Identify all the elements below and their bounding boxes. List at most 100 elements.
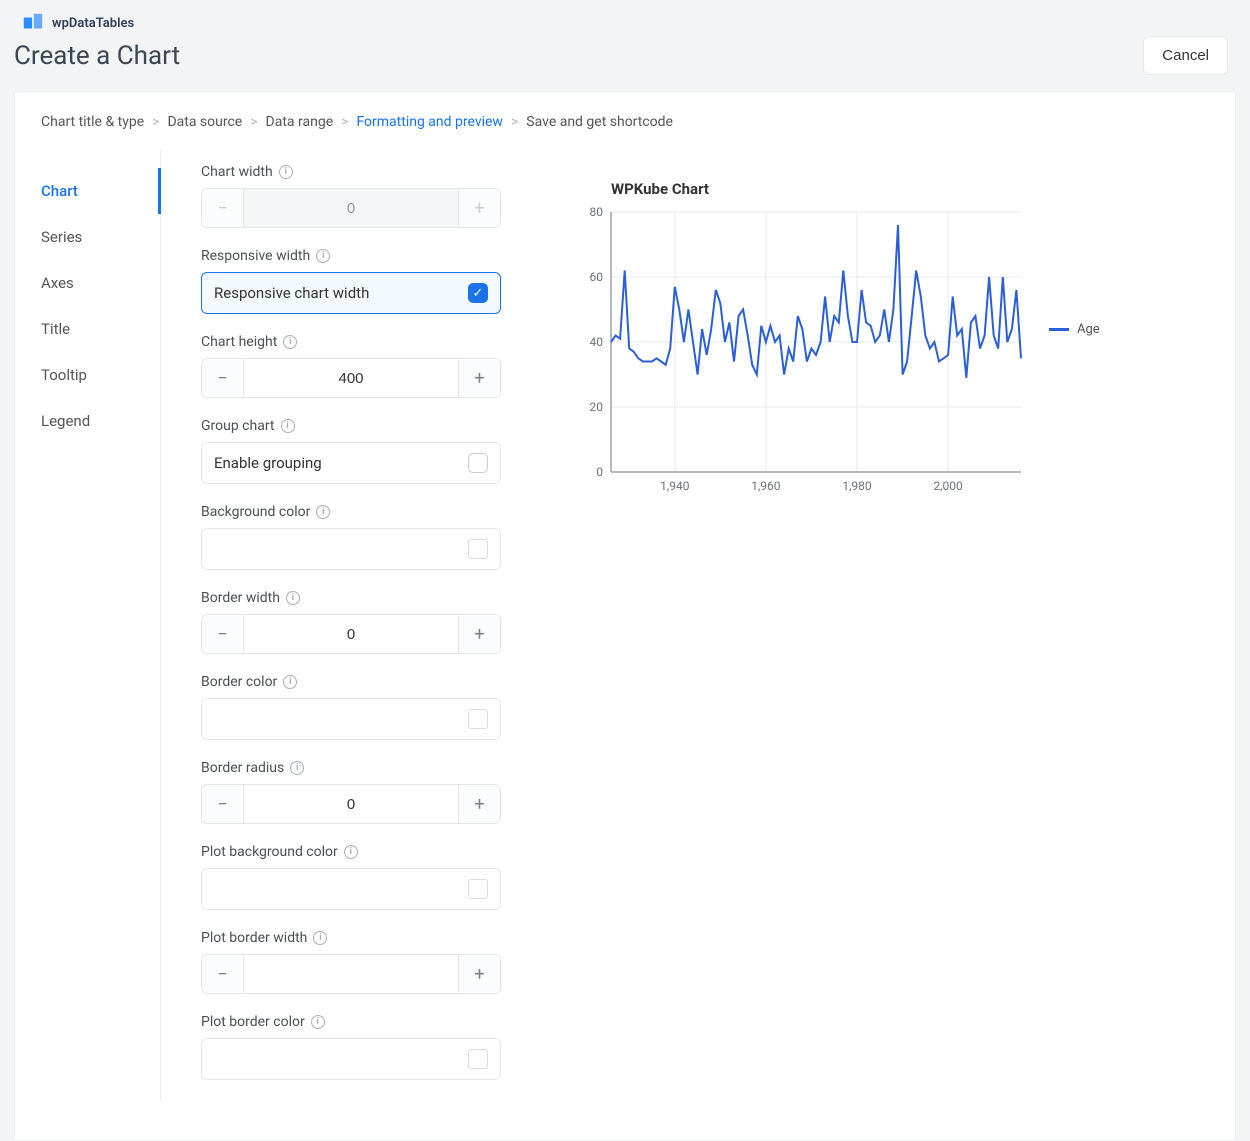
breadcrumb-step-formatting[interactable]: Formatting and preview <box>356 114 503 130</box>
legend-label: Age <box>1077 322 1100 337</box>
svg-text:0: 0 <box>596 465 603 479</box>
svg-text:2,000: 2,000 <box>933 479 963 493</box>
chevron-right-icon: > <box>341 114 348 130</box>
page-header: Create a Chart Cancel <box>0 36 1250 91</box>
plus-icon[interactable]: + <box>458 359 500 397</box>
color-swatch-icon <box>468 539 488 559</box>
info-icon[interactable]: i <box>283 335 297 349</box>
chevron-right-icon: > <box>250 114 257 130</box>
chevron-right-icon: > <box>511 114 518 130</box>
page-title: Create a Chart <box>14 41 180 71</box>
chart-settings-form: Chart width i − + Responsive width i Respo… <box>161 150 501 1100</box>
brand-bar: wpDataTables <box>0 0 1250 36</box>
border-width-input[interactable] <box>244 615 458 653</box>
field-chart-height: Chart height i − + <box>201 334 501 398</box>
background-color-picker[interactable] <box>201 528 501 570</box>
main-panel: Chart title & type > Data source > Data … <box>14 91 1236 1141</box>
tab-chart[interactable]: Chart <box>41 168 161 214</box>
field-border-radius: Border radius i − + <box>201 760 501 824</box>
chart-height-stepper[interactable]: − + <box>201 358 501 398</box>
group-chart-label: Group chart <box>201 418 275 434</box>
responsive-width-label: Responsive width <box>201 248 310 264</box>
group-chart-option: Enable grouping <box>214 454 322 472</box>
chevron-right-icon: > <box>152 114 159 130</box>
chart-width-stepper: − + <box>201 188 501 228</box>
tab-legend[interactable]: Legend <box>41 398 160 444</box>
border-width-stepper[interactable]: − + <box>201 614 501 654</box>
border-color-picker[interactable] <box>201 698 501 740</box>
field-plot-border-width: Plot border width i − + <box>201 930 501 994</box>
svg-text:60: 60 <box>590 270 604 284</box>
plot-border-width-stepper[interactable]: − + <box>201 954 501 994</box>
tab-title[interactable]: Title <box>41 306 160 352</box>
color-swatch-icon <box>468 709 488 729</box>
minus-icon: − <box>202 189 244 227</box>
preview-chart-title: WPKube Chart <box>611 180 1199 198</box>
legend-item-age: Age <box>1049 322 1100 337</box>
minus-icon[interactable]: − <box>202 615 244 653</box>
breadcrumb-step-data-range[interactable]: Data range <box>266 114 334 130</box>
breadcrumb-step-data-source[interactable]: Data source <box>167 114 242 130</box>
wizard-breadcrumb: Chart title & type > Data source > Data … <box>15 92 1235 150</box>
field-plot-border-color: Plot border color i <box>201 1014 501 1080</box>
svg-text:1,980: 1,980 <box>842 479 872 493</box>
field-border-color: Border color i <box>201 674 501 740</box>
group-chart-toggle[interactable]: Enable grouping <box>201 442 501 484</box>
color-swatch-icon <box>468 879 488 899</box>
border-width-label: Border width <box>201 590 280 606</box>
info-icon[interactable]: i <box>344 845 358 859</box>
plus-icon: + <box>458 189 500 227</box>
info-icon[interactable]: i <box>313 931 327 945</box>
minus-icon[interactable]: − <box>202 955 244 993</box>
plot-border-width-label: Plot border width <box>201 930 307 946</box>
border-radius-stepper[interactable]: − + <box>201 784 501 824</box>
border-radius-input[interactable] <box>244 785 458 823</box>
chart-height-label: Chart height <box>201 334 277 350</box>
tab-axes[interactable]: Axes <box>41 260 160 306</box>
app-name: wpDataTables <box>52 16 134 31</box>
plot-bg-color-picker[interactable] <box>201 868 501 910</box>
field-border-width: Border width i − + <box>201 590 501 654</box>
legend-swatch-icon <box>1049 328 1069 331</box>
tab-tooltip[interactable]: Tooltip <box>41 352 160 398</box>
minus-icon[interactable]: − <box>202 785 244 823</box>
svg-text:20: 20 <box>590 400 604 414</box>
background-color-label: Background color <box>201 504 310 520</box>
responsive-width-toggle[interactable]: Responsive chart width ✓ <box>201 272 501 314</box>
border-radius-label: Border radius <box>201 760 284 776</box>
settings-tabs: Chart Series Axes Title Tooltip Legend <box>41 150 161 1100</box>
cancel-button[interactable]: Cancel <box>1143 36 1228 75</box>
info-icon[interactable]: i <box>316 505 330 519</box>
svg-text:1,960: 1,960 <box>751 479 781 493</box>
minus-icon[interactable]: − <box>202 359 244 397</box>
info-icon[interactable]: i <box>279 165 293 179</box>
info-icon[interactable]: i <box>290 761 304 775</box>
info-icon[interactable]: i <box>311 1015 325 1029</box>
plot-border-width-input[interactable] <box>244 955 458 993</box>
breadcrumb-step-title-type[interactable]: Chart title & type <box>41 114 144 130</box>
info-icon[interactable]: i <box>281 419 295 433</box>
plot-border-color-label: Plot border color <box>201 1014 305 1030</box>
chart-width-label: Chart width <box>201 164 273 180</box>
checkmark-icon: ✓ <box>468 283 488 303</box>
plus-icon[interactable]: + <box>458 955 500 993</box>
field-group-chart: Group chart i Enable grouping <box>201 418 501 484</box>
tab-series[interactable]: Series <box>41 214 160 260</box>
plus-icon[interactable]: + <box>458 615 500 653</box>
responsive-width-option: Responsive chart width <box>214 284 369 302</box>
field-plot-bg-color: Plot background colori <box>201 844 501 910</box>
plot-border-color-picker[interactable] <box>201 1038 501 1080</box>
plus-icon[interactable]: + <box>458 785 500 823</box>
chart-preview: WPKube Chart 0204060801,9401,9601,9802,0… <box>501 150 1209 1100</box>
info-icon[interactable]: i <box>286 591 300 605</box>
chart-height-input[interactable] <box>244 359 458 397</box>
app-logo-icon <box>22 12 44 34</box>
field-background-color: Background color i <box>201 504 501 570</box>
info-icon[interactable]: i <box>316 249 330 263</box>
field-responsive-width: Responsive width i Responsive chart width… <box>201 248 501 314</box>
breadcrumb-step-save[interactable]: Save and get shortcode <box>526 114 673 130</box>
border-color-label: Border color <box>201 674 277 690</box>
preview-chart-svg: 0204060801,9401,9601,9802,000 <box>571 202 1031 502</box>
info-icon[interactable]: i <box>283 675 297 689</box>
svg-text:40: 40 <box>590 335 604 349</box>
